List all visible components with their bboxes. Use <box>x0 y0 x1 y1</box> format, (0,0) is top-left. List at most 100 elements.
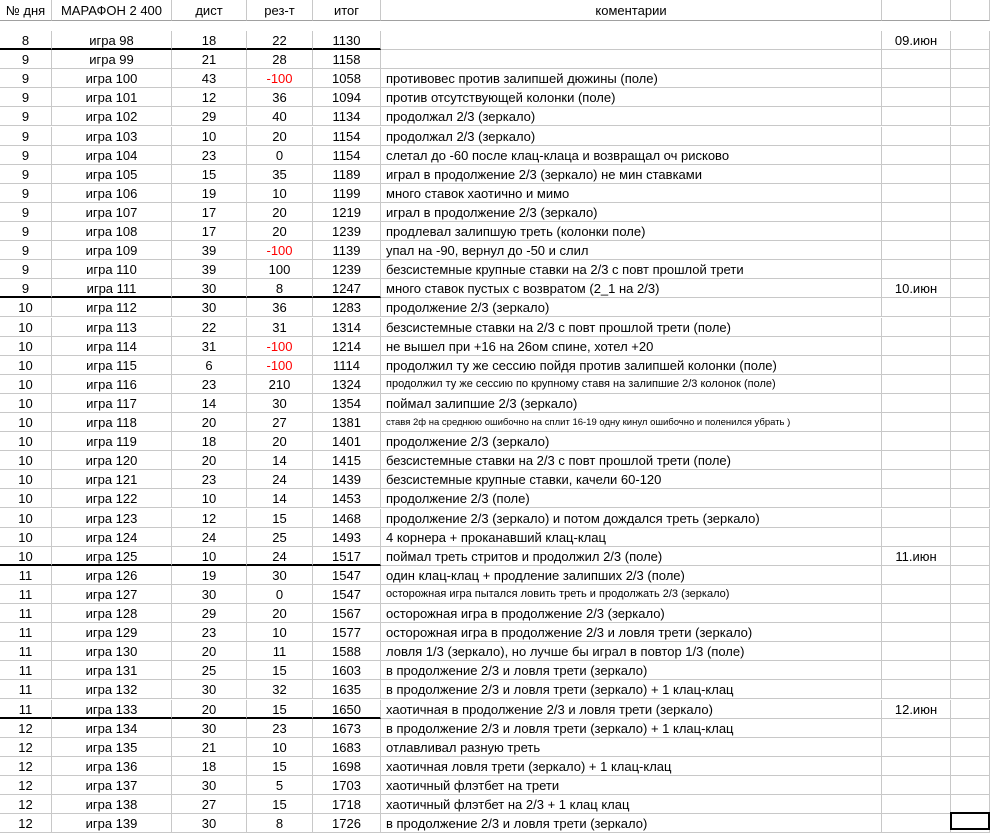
comment-cell[interactable]: не вышел при +16 на 26ом спине, хотел +2… <box>381 336 882 356</box>
comment-cell[interactable]: продолжал 2/3 (зеркало) <box>381 107 882 127</box>
total-cell[interactable]: 1635 <box>313 680 381 700</box>
dist-cell[interactable]: 15 <box>172 164 247 184</box>
result-cell[interactable]: 35 <box>247 164 313 184</box>
total-cell[interactable]: 1130 <box>313 31 381 50</box>
result-cell[interactable]: 10 <box>247 623 313 643</box>
header-dist[interactable]: дист <box>172 0 247 21</box>
day-cell[interactable]: 9 <box>0 241 52 261</box>
total-cell[interactable]: 1239 <box>313 260 381 280</box>
date-cell[interactable] <box>882 527 951 547</box>
game-cell[interactable]: игра 100 <box>52 69 172 89</box>
comment-cell[interactable]: осторожная игра в продолжение 2/3 (зерка… <box>381 604 882 623</box>
game-cell[interactable]: игра 125 <box>52 546 172 566</box>
empty-cell[interactable] <box>951 737 990 757</box>
dist-cell[interactable]: 12 <box>172 508 247 528</box>
total-cell[interactable]: 1314 <box>313 317 381 337</box>
empty-cell[interactable] <box>951 355 990 375</box>
date-cell[interactable] <box>882 775 951 795</box>
dist-cell[interactable]: 20 <box>172 413 247 432</box>
comment-cell[interactable]: один клац-клац + продление залипших 2/3 … <box>381 565 882 585</box>
total-cell[interactable]: 1114 <box>313 355 381 375</box>
header-marathon[interactable]: МАРАФОН 2 400 <box>52 0 172 21</box>
result-cell[interactable]: 20 <box>247 202 313 222</box>
total-cell[interactable]: 1199 <box>313 183 381 203</box>
date-cell[interactable] <box>882 642 951 662</box>
date-cell[interactable] <box>882 623 951 643</box>
empty-cell[interactable] <box>951 508 990 528</box>
date-cell[interactable] <box>882 604 951 623</box>
empty-cell[interactable] <box>951 374 990 394</box>
result-cell[interactable]: 10 <box>247 183 313 203</box>
date-cell[interactable]: 12.июн <box>882 699 951 719</box>
dist-cell[interactable]: 29 <box>172 604 247 623</box>
day-cell[interactable]: 10 <box>0 393 52 413</box>
result-cell[interactable]: 24 <box>247 470 313 490</box>
comment-cell[interactable]: упал на -90, вернул до -50 и слил <box>381 241 882 261</box>
comment-cell[interactable]: много ставок хаотично и мимо <box>381 183 882 203</box>
comment-cell[interactable]: в продолжение 2/3 и ловля трети (зеркало… <box>381 680 882 700</box>
empty-cell[interactable] <box>951 336 990 356</box>
empty-cell[interactable] <box>951 107 990 127</box>
empty-cell[interactable] <box>951 489 990 509</box>
day-cell[interactable]: 9 <box>0 126 52 146</box>
date-cell[interactable] <box>882 260 951 280</box>
comment-cell[interactable]: хаотичная ловля трети (зеркало) + 1 клац… <box>381 756 882 776</box>
total-cell[interactable]: 1401 <box>313 432 381 452</box>
game-cell[interactable]: игра 124 <box>52 527 172 547</box>
dist-cell[interactable]: 6 <box>172 355 247 375</box>
comment-cell[interactable]: безсистемные ставки на 2/3 с повт прошло… <box>381 317 882 337</box>
empty-cell[interactable] <box>951 126 990 146</box>
date-cell[interactable] <box>882 50 951 70</box>
comment-cell[interactable]: 4 корнера + проканавший клац-клац <box>381 527 882 547</box>
game-cell[interactable]: игра 103 <box>52 126 172 146</box>
comment-cell[interactable]: продолжение 2/3 (зеркало) и потом дождал… <box>381 508 882 528</box>
result-cell[interactable]: -100 <box>247 241 313 261</box>
header-total[interactable]: итог <box>313 0 381 21</box>
date-cell[interactable] <box>882 145 951 165</box>
date-cell[interactable] <box>882 756 951 776</box>
dist-cell[interactable]: 39 <box>172 260 247 280</box>
empty-cell[interactable] <box>951 680 990 700</box>
empty-cell[interactable] <box>951 756 990 776</box>
total-cell[interactable]: 1283 <box>313 298 381 318</box>
day-cell[interactable]: 11 <box>0 584 52 604</box>
date-cell[interactable]: 11.июн <box>882 546 951 566</box>
dist-cell[interactable]: 18 <box>172 756 247 776</box>
total-cell[interactable]: 1094 <box>313 88 381 108</box>
total-cell[interactable]: 1453 <box>313 489 381 509</box>
dist-cell[interactable]: 39 <box>172 241 247 261</box>
empty-cell[interactable] <box>951 470 990 490</box>
total-cell[interactable]: 1381 <box>313 413 381 432</box>
comment-cell[interactable]: играл в продолжение 2/3 (зеркало) не мин… <box>381 164 882 184</box>
total-cell[interactable]: 1603 <box>313 661 381 681</box>
date-cell[interactable] <box>882 241 951 261</box>
date-cell[interactable] <box>882 183 951 203</box>
comment-cell[interactable]: продолжил ту же сессию по крупному ставя… <box>381 374 882 394</box>
game-cell[interactable]: игра 123 <box>52 508 172 528</box>
total-cell[interactable]: 1415 <box>313 451 381 471</box>
dist-cell[interactable]: 30 <box>172 718 247 738</box>
total-cell[interactable]: 1439 <box>313 470 381 490</box>
day-cell[interactable]: 10 <box>0 489 52 509</box>
dist-cell[interactable]: 10 <box>172 546 247 566</box>
empty-cell[interactable] <box>951 69 990 89</box>
game-cell[interactable]: игра 127 <box>52 584 172 604</box>
header-empty-2[interactable] <box>951 0 990 21</box>
empty-cell[interactable] <box>951 50 990 70</box>
day-cell[interactable]: 8 <box>0 31 52 50</box>
comment-cell[interactable]: ловля 1/3 (зеркало), но лучше бы играл в… <box>381 642 882 662</box>
day-cell[interactable]: 11 <box>0 680 52 700</box>
day-cell[interactable]: 10 <box>0 451 52 471</box>
comment-cell[interactable] <box>381 50 882 70</box>
dist-cell[interactable]: 30 <box>172 298 247 318</box>
empty-cell[interactable] <box>951 584 990 604</box>
game-cell[interactable]: игра 104 <box>52 145 172 165</box>
comment-cell[interactable]: противовес против залипшей дюжины (поле) <box>381 69 882 89</box>
date-cell[interactable] <box>882 393 951 413</box>
dist-cell[interactable]: 20 <box>172 642 247 662</box>
date-cell[interactable] <box>882 413 951 432</box>
date-cell[interactable] <box>882 355 951 375</box>
game-cell[interactable]: игра 101 <box>52 88 172 108</box>
total-cell[interactable]: 1468 <box>313 508 381 528</box>
date-cell[interactable] <box>882 202 951 222</box>
